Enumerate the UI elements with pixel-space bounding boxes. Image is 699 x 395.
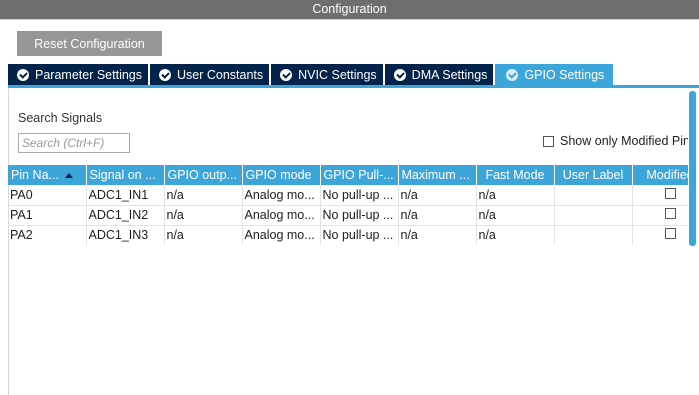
- tab-user-constants[interactable]: User Constants: [150, 64, 270, 85]
- vertical-scrollbar-thumb[interactable]: [689, 91, 696, 246]
- modified-checkbox[interactable]: [664, 208, 676, 219]
- column-header-modified[interactable]: Modified: [632, 165, 689, 185]
- column-header-gpio-mode[interactable]: GPIO mode: [242, 165, 321, 185]
- cell-modified: [632, 185, 689, 206]
- column-header-signal[interactable]: Signal on ...: [86, 165, 165, 185]
- tab-label: Parameter Settings: [35, 67, 142, 82]
- cell-signal: ADC1_IN3: [86, 225, 165, 245]
- cell-signal: ADC1_IN1: [86, 185, 165, 206]
- sort-ascending-icon: [64, 173, 73, 179]
- column-header-gpio-pull[interactable]: GPIO Pull-...: [320, 165, 399, 185]
- tab-label: User Constants: [177, 67, 264, 82]
- table-row[interactable]: PA0 ADC1_IN1 n/a Analog mo... No pull-up…: [8, 185, 689, 206]
- tab-label: DMA Settings: [411, 67, 488, 82]
- title-divider: [0, 19, 699, 20]
- tab-label: NVIC Settings: [298, 67, 377, 82]
- cell-gpio-output: n/a: [164, 185, 243, 206]
- show-only-modified-checkbox[interactable]: [543, 135, 554, 147]
- cell-user-label[interactable]: [554, 185, 633, 206]
- cell-maximum-speed: n/a: [398, 225, 477, 245]
- column-header-pin-name[interactable]: Pin Na...: [8, 165, 87, 185]
- column-header-maximum-speed[interactable]: Maximum ...: [398, 165, 477, 185]
- show-only-modified-filter[interactable]: Show only Modified Pins: [543, 133, 696, 149]
- cell-pin: PA2: [8, 225, 87, 245]
- check-circle-icon: [393, 68, 406, 81]
- cell-gpio-mode: Analog mo...: [242, 205, 321, 226]
- reset-configuration-button[interactable]: Reset Configuration: [17, 31, 162, 56]
- cell-fast-mode: n/a: [476, 185, 555, 206]
- cell-fast-mode: n/a: [476, 225, 555, 245]
- tab-parameter-settings[interactable]: Parameter Settings: [8, 64, 148, 85]
- check-circle-icon: [159, 68, 171, 81]
- check-circle-icon: [17, 68, 29, 81]
- column-header-user-label[interactable]: User Label: [554, 165, 633, 185]
- tab-underline: [8, 85, 699, 88]
- cell-user-label[interactable]: [554, 225, 633, 245]
- cell-gpio-output: n/a: [164, 205, 243, 226]
- show-only-modified-label: Show only Modified Pins: [560, 134, 697, 148]
- column-header-fast-mode[interactable]: Fast Mode: [476, 165, 555, 185]
- gpio-signal-table: Pin Na... Signal on ... GPIO outp... GPI…: [8, 165, 689, 245]
- cell-pin: PA0: [8, 185, 87, 206]
- cell-gpio-pull: No pull-up ...: [320, 225, 399, 245]
- cell-maximum-speed: n/a: [398, 205, 477, 226]
- check-circle-icon: [280, 68, 293, 81]
- table-header-row: Pin Na... Signal on ... GPIO outp... GPI…: [8, 165, 689, 185]
- gpio-table-container: Pin Na... Signal on ... GPIO outp... GPI…: [8, 165, 689, 245]
- search-label: Search Signals: [18, 111, 103, 125]
- tab-label: GPIO Settings: [524, 67, 605, 82]
- cell-gpio-mode: Analog mo...: [242, 185, 321, 206]
- column-header-gpio-output[interactable]: GPIO outp...: [164, 165, 243, 185]
- cell-fast-mode: n/a: [476, 205, 555, 226]
- search-input[interactable]: [18, 133, 130, 153]
- check-circle-icon: [506, 68, 519, 81]
- window-title: Configuration: [0, 0, 699, 19]
- cell-gpio-pull: No pull-up ...: [320, 205, 399, 226]
- cell-gpio-output: n/a: [164, 225, 243, 245]
- cell-maximum-speed: n/a: [398, 185, 477, 206]
- modified-checkbox[interactable]: [664, 228, 676, 239]
- tab-bar: Parameter Settings User Constants NVIC S…: [8, 64, 699, 85]
- cell-modified: [632, 205, 689, 226]
- cell-gpio-pull: No pull-up ...: [320, 185, 399, 206]
- table-row[interactable]: PA1 ADC1_IN2 n/a Analog mo... No pull-up…: [8, 205, 689, 226]
- cell-gpio-mode: Analog mo...: [242, 225, 321, 245]
- table-row[interactable]: PA2 ADC1_IN3 n/a Analog mo... No pull-up…: [8, 225, 689, 245]
- tab-nvic-settings[interactable]: NVIC Settings: [271, 64, 383, 85]
- modified-checkbox[interactable]: [664, 187, 676, 199]
- cell-user-label[interactable]: [554, 205, 633, 226]
- tab-dma-settings[interactable]: DMA Settings: [384, 64, 494, 85]
- cell-modified: [632, 225, 689, 245]
- cell-signal: ADC1_IN2: [86, 205, 165, 226]
- cell-pin: PA1: [8, 205, 87, 226]
- tab-gpio-settings[interactable]: GPIO Settings: [495, 64, 614, 85]
